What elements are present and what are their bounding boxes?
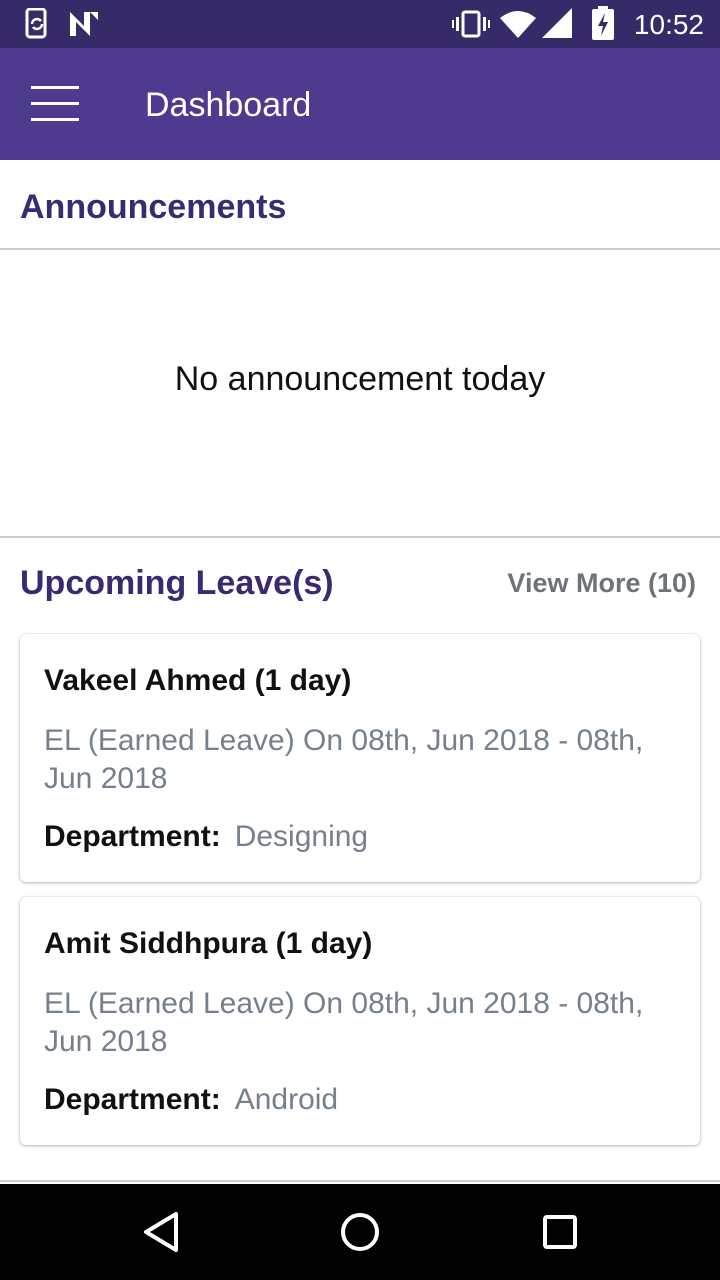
leave-department: Department: Android	[44, 1083, 338, 1117]
leave-employee-name: Amit Siddhpura (1 day)	[44, 927, 373, 960]
department-label: Department:	[44, 820, 221, 853]
leave-detail: EL (Earned Leave) On 08th, Jun 2018 - 08…	[44, 724, 644, 795]
view-more-link[interactable]: View More (10)	[507, 568, 696, 599]
app-bar: Dashboard	[0, 48, 720, 160]
department-label: Department:	[44, 1083, 221, 1116]
status-time: 10:52	[633, 9, 704, 40]
leave-card[interactable]: Amit Siddhpura (1 day) EL (Earned Leave)…	[20, 897, 700, 1145]
signal-icon	[542, 8, 572, 38]
no-announcement-message: No announcement today	[174, 360, 546, 398]
section-divider	[0, 536, 720, 538]
page-title: Dashboard	[145, 86, 312, 124]
announcements-divider	[0, 248, 720, 250]
vibrate-icon	[452, 10, 490, 38]
list-bottom-divider	[0, 1180, 720, 1182]
upcoming-leaves-heading: Upcoming Leave(s)	[20, 564, 334, 602]
hamburger-menu-icon[interactable]	[28, 84, 82, 124]
navigation-bar	[0, 1184, 720, 1280]
department-value: Android	[234, 1083, 339, 1116]
back-triangle-icon[interactable]	[140, 1208, 180, 1256]
status-bar: 10:52	[0, 0, 720, 48]
announcements-heading: Announcements	[20, 188, 287, 226]
leave-employee-name: Vakeel Ahmed (1 day)	[44, 664, 352, 697]
wifi-icon	[500, 11, 536, 38]
battery-charging-icon	[592, 6, 614, 40]
home-circle-icon[interactable]	[338, 1208, 382, 1256]
leave-card[interactable]: Vakeel Ahmed (1 day) EL (Earned Leave) O…	[20, 634, 700, 882]
recents-square-icon[interactable]	[540, 1208, 580, 1256]
department-value: Designing	[234, 820, 369, 853]
n-logo-icon	[70, 12, 98, 36]
phone-sync-icon	[25, 8, 47, 39]
leave-detail: EL (Earned Leave) On 08th, Jun 2018 - 08…	[44, 987, 644, 1058]
leave-department: Department: Designing	[44, 820, 368, 854]
